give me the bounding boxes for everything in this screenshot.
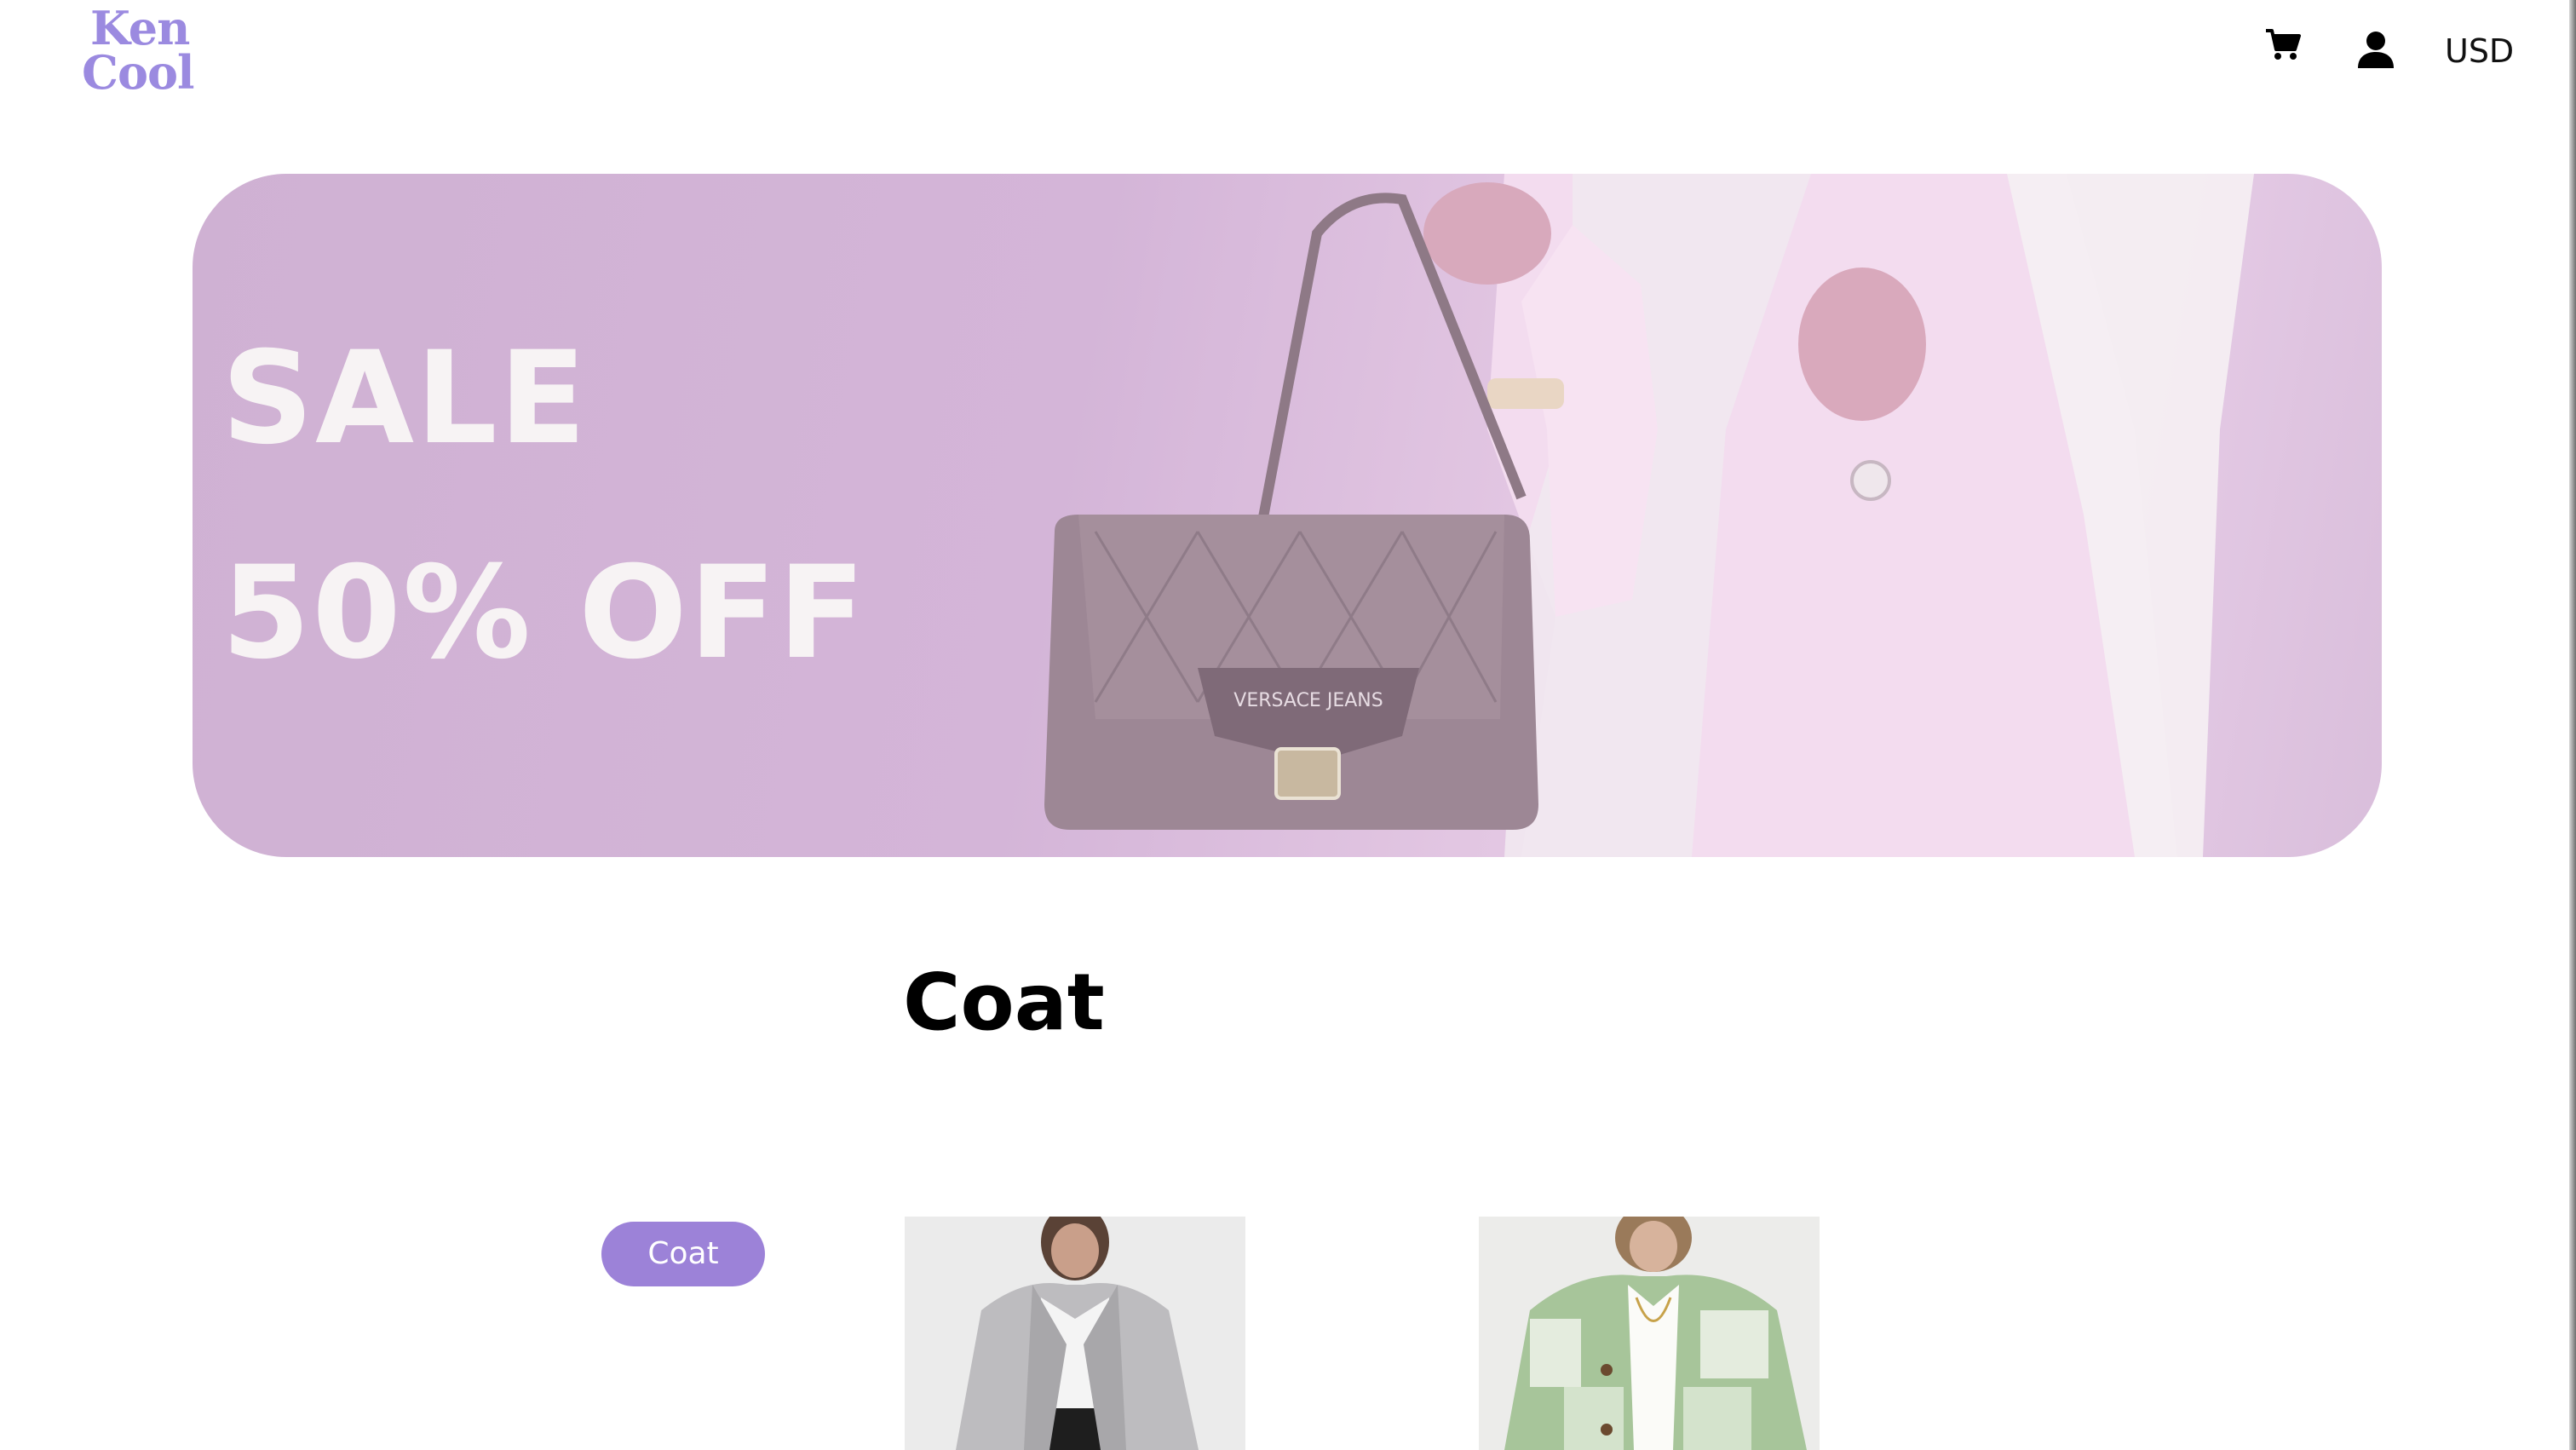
currency-selector[interactable]: USD (2445, 32, 2514, 70)
window-edge (2569, 0, 2576, 1450)
hero-banner[interactable]: VERSACE JEANS SALE 50% OFF (193, 174, 2382, 857)
product-card[interactable] (905, 1217, 1245, 1450)
page-title: Coat (903, 957, 1105, 1048)
cart-icon[interactable] (2264, 27, 2302, 61)
product-image (1479, 1217, 1820, 1450)
user-icon[interactable] (2356, 31, 2395, 70)
brand-logo[interactable]: Ken Cool (82, 5, 210, 101)
svg-text:VERSACE JEANS: VERSACE JEANS (1233, 690, 1383, 711)
hero-headline-sale: SALE (221, 325, 589, 473)
product-image (905, 1217, 1245, 1450)
category-filter-coat[interactable]: Coat (601, 1222, 765, 1286)
hero-headline-discount: 50% OFF (221, 539, 867, 688)
page: Ken Cool USD VERSACE JEANS SALE 50% OFF … (0, 0, 2569, 1450)
hero-image: VERSACE JEANS (1044, 174, 2254, 857)
product-card[interactable] (1479, 1217, 1820, 1450)
logo-text-line1: Ken (90, 1, 190, 55)
logo-text-line2: Cool (82, 45, 195, 100)
